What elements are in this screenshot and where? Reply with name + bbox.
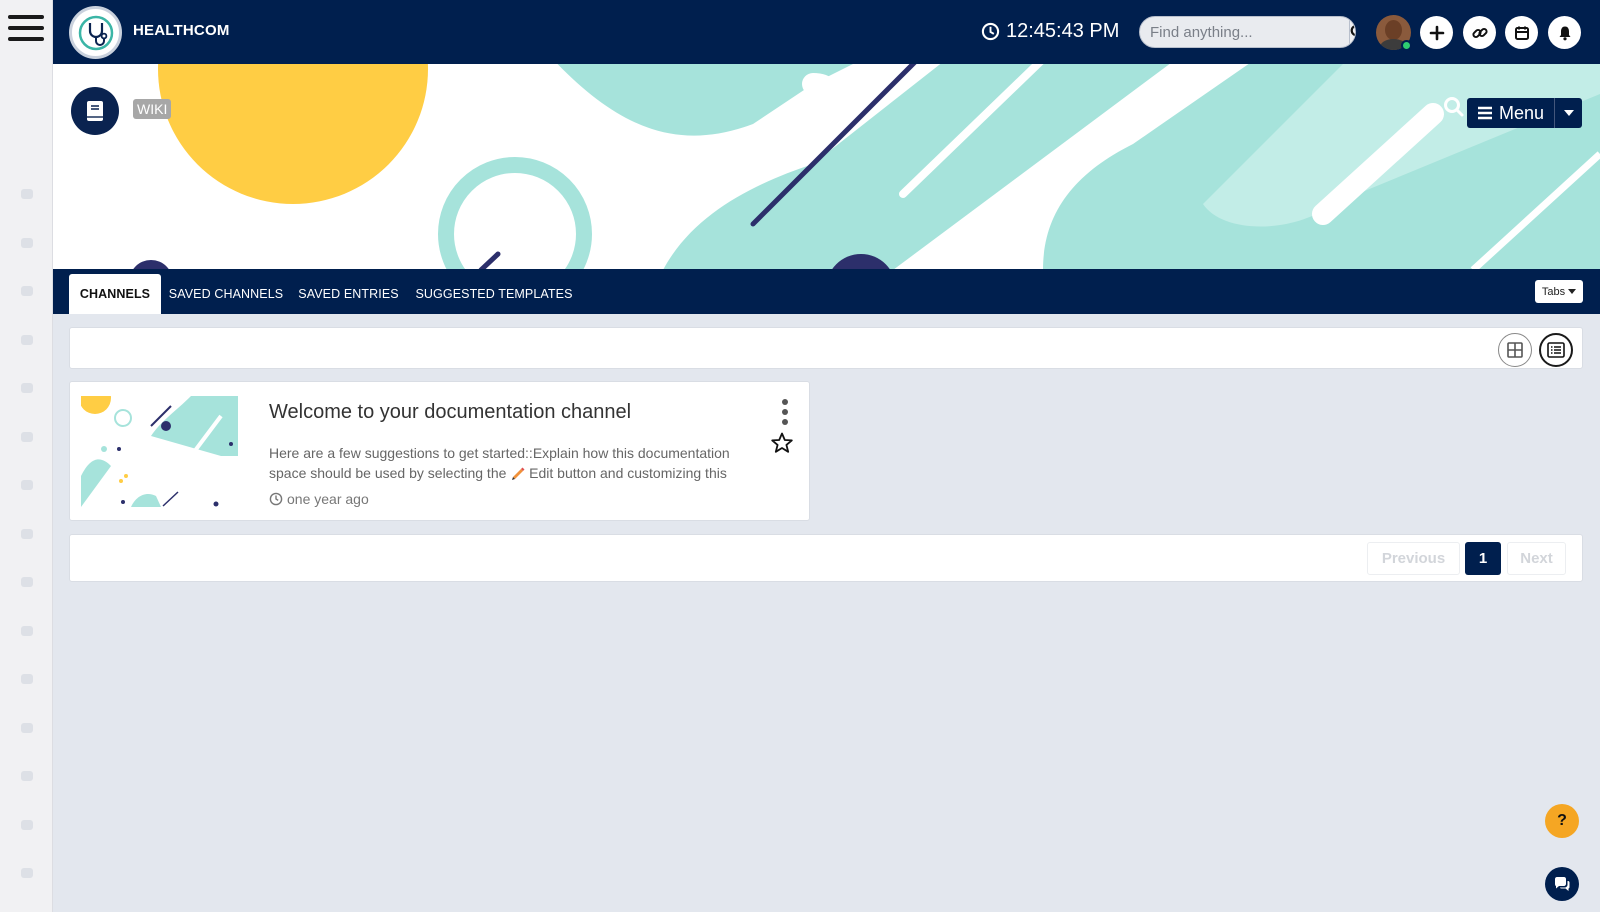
pagination: Previous 1 Next bbox=[69, 534, 1583, 582]
space-menu: Menu bbox=[1467, 98, 1583, 128]
previous-page-button[interactable]: Previous bbox=[1367, 542, 1460, 575]
channel-thumbnail-art bbox=[81, 396, 238, 507]
global-search bbox=[1139, 16, 1356, 48]
clock-time: 12:45:43 PM bbox=[1006, 20, 1120, 42]
tabs-dropdown-label: Tabs bbox=[1541, 285, 1566, 298]
channel-description-line3: Edit button and customizing this bbox=[529, 465, 727, 481]
channel-description-line1: Here are a few suggestions to get starte… bbox=[269, 445, 730, 461]
rail-inbox-icon[interactable] bbox=[0, 704, 53, 753]
book-icon bbox=[87, 101, 103, 121]
tab-bar: CHANNELS SAVED CHANNELS SAVED ENTRIES SU… bbox=[53, 269, 1600, 314]
online-status-dot bbox=[1401, 40, 1412, 51]
help-button[interactable]: ? bbox=[1545, 804, 1579, 838]
calendar-button[interactable] bbox=[1505, 16, 1538, 49]
space-type-label: WIKI bbox=[133, 99, 172, 119]
star-icon[interactable] bbox=[770, 431, 794, 455]
rail-chat-icon[interactable] bbox=[0, 655, 53, 704]
top-bar: HEALTHCOM 12:45:43 PM bbox=[53, 0, 1600, 64]
search-button[interactable] bbox=[1349, 17, 1355, 47]
channel-timestamp: one year ago bbox=[269, 491, 369, 507]
rail-send-icon[interactable] bbox=[0, 461, 53, 510]
caret-down-icon bbox=[1568, 289, 1577, 294]
search-input[interactable] bbox=[1140, 17, 1349, 47]
bell-icon bbox=[1559, 26, 1570, 40]
menu-button[interactable]: Menu bbox=[1467, 98, 1555, 128]
rail-home-icon[interactable] bbox=[0, 170, 53, 219]
tab-suggested-templates[interactable]: SUGGESTED TEMPLATES bbox=[413, 274, 575, 314]
more-options-icon[interactable] bbox=[780, 399, 790, 425]
rail-calendar-icon[interactable] bbox=[0, 752, 53, 801]
link-icon bbox=[1471, 27, 1488, 38]
channel-description: Here are a few suggestions to get starte… bbox=[269, 443, 759, 483]
channel-time: one year ago bbox=[287, 491, 369, 507]
banner-artwork bbox=[132, 64, 1600, 270]
hamburger-menu-icon[interactable] bbox=[8, 15, 44, 45]
list-icon bbox=[1547, 342, 1565, 358]
clock-icon bbox=[981, 22, 1000, 41]
bars-icon bbox=[1478, 106, 1492, 120]
plus-icon bbox=[1429, 25, 1444, 40]
calendar-icon bbox=[1514, 26, 1529, 40]
rail-grid-icon[interactable] bbox=[0, 413, 53, 462]
rail-person-icon[interactable] bbox=[0, 510, 53, 559]
link-button[interactable] bbox=[1463, 16, 1496, 49]
rail-list-icon[interactable] bbox=[0, 219, 53, 268]
tabs-dropdown[interactable]: Tabs bbox=[1535, 280, 1583, 303]
channel-title[interactable]: Welcome to your documentation channel bbox=[269, 401, 631, 424]
notifications-button[interactable] bbox=[1548, 16, 1581, 49]
list-view-button[interactable] bbox=[1539, 333, 1573, 367]
rail-settings-icon[interactable] bbox=[0, 801, 53, 850]
pencil-icon bbox=[512, 467, 525, 480]
grid-view-button[interactable] bbox=[1498, 333, 1532, 367]
rail-menu-icon[interactable] bbox=[0, 849, 53, 898]
stethoscope-icon bbox=[78, 15, 113, 50]
rail-folder-icon[interactable] bbox=[0, 558, 53, 607]
rail-group-icon[interactable] bbox=[0, 316, 53, 365]
banner-search-icon[interactable] bbox=[1443, 96, 1465, 118]
channel-description-line2: space should be used by selecting the bbox=[269, 465, 507, 481]
menu-label: Menu bbox=[1499, 102, 1545, 123]
caret-down-icon bbox=[1563, 110, 1574, 116]
add-button[interactable] bbox=[1420, 16, 1453, 49]
brand-logo[interactable] bbox=[69, 6, 122, 59]
rail-user-icon[interactable] bbox=[0, 364, 53, 413]
tab-saved-channels[interactable]: SAVED CHANNELS bbox=[165, 274, 287, 314]
menu-dropdown-toggle[interactable] bbox=[1554, 98, 1583, 128]
grid-icon bbox=[1507, 342, 1523, 358]
view-toolbar bbox=[69, 327, 1583, 369]
chat-button[interactable] bbox=[1545, 867, 1579, 901]
rail-team-icon[interactable] bbox=[0, 607, 53, 656]
wiki-book-badge bbox=[71, 87, 119, 135]
clock: 12:45:43 PM bbox=[981, 20, 1119, 43]
brand-name: HEALTHCOM bbox=[133, 22, 230, 39]
rail-info-icon[interactable] bbox=[0, 267, 53, 316]
next-page-button[interactable]: Next bbox=[1507, 542, 1566, 575]
tab-channels[interactable]: CHANNELS bbox=[69, 274, 161, 314]
clock-icon bbox=[269, 492, 283, 506]
rail-nav bbox=[0, 170, 53, 898]
search-icon bbox=[1350, 24, 1355, 37]
space-banner: WIKI Menu bbox=[53, 64, 1600, 270]
page-number-button[interactable]: 1 bbox=[1465, 542, 1501, 575]
channel-thumbnail[interactable] bbox=[81, 396, 238, 507]
chat-icon bbox=[1555, 877, 1570, 891]
tab-saved-entries[interactable]: SAVED ENTRIES bbox=[296, 274, 401, 314]
channel-card: Welcome to your documentation channel He… bbox=[69, 381, 810, 521]
left-rail bbox=[0, 0, 53, 912]
